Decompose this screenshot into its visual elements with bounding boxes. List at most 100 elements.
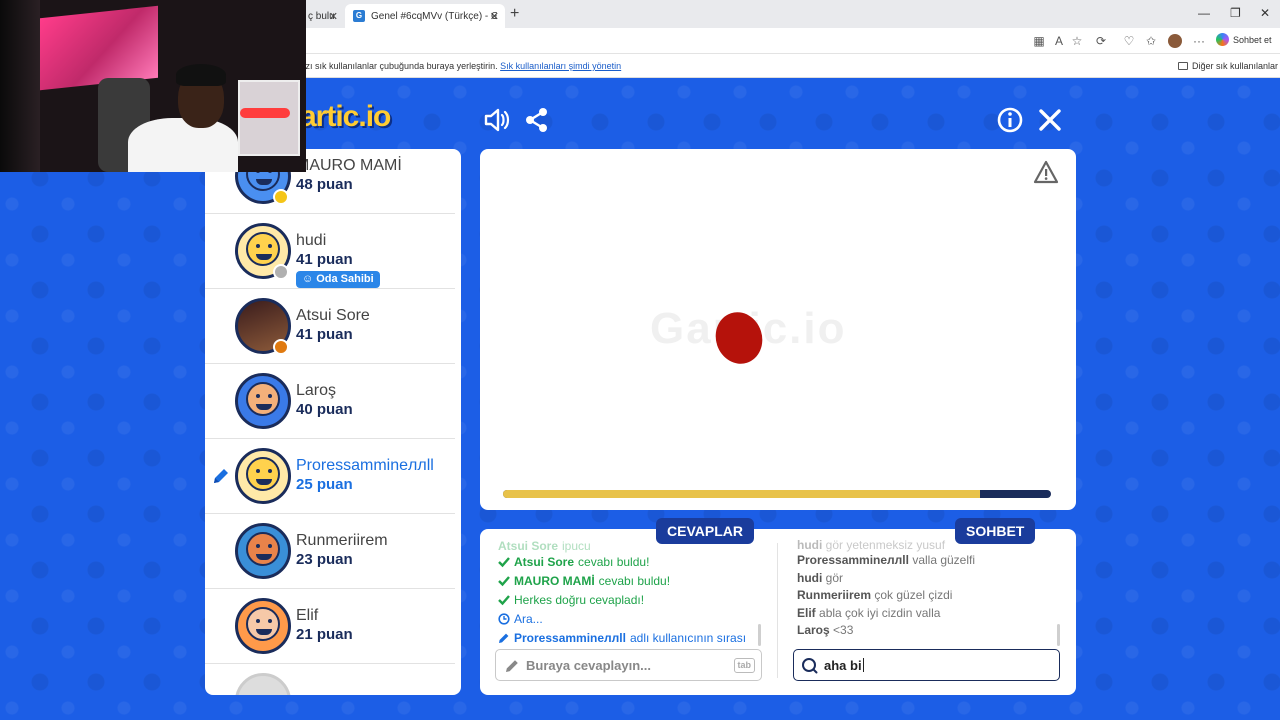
copilot-chat-button[interactable]: Sohbet et: [1216, 33, 1272, 46]
answers-log: Atsui Sore ipucu Atsui Sore cevabı buldu…: [498, 539, 760, 649]
player-score: 25 puan: [296, 476, 353, 493]
browser-essentials-icon[interactable]: ♡: [1122, 34, 1136, 48]
status-dot: [273, 339, 289, 355]
player-name: hudi: [296, 232, 327, 249]
panel-divider: [777, 543, 778, 678]
player-name: MAURO MAMİ: [296, 157, 402, 174]
minimize-button[interactable]: —: [1198, 6, 1210, 20]
browser-tab-active[interactable]: G Genel #6cqMVv (Türkçe) - Gartic.io ✕: [345, 4, 505, 28]
chat-button-label: Sohbet et: [1233, 34, 1272, 45]
player-row[interactable]: [205, 664, 455, 695]
player-row[interactable]: hudi 41 puan ☺ Oda Sahibi: [205, 214, 455, 289]
pencil-icon: [214, 469, 228, 483]
favorites-hint-text: ızı sık kullanılanlar çubuğunda buraya y…: [303, 61, 498, 71]
chat-scrollbar[interactable]: [1057, 624, 1060, 646]
copilot-icon: [1216, 33, 1229, 46]
status-dot: [273, 264, 289, 280]
answer-line: Atsui Sore cevabı buldu!: [498, 552, 760, 571]
favorite-star-icon[interactable]: ☆: [1070, 34, 1084, 48]
chat-log: hudi gör yetenmeksiz yusuf Proressammine…: [797, 539, 1059, 649]
chat-input-value: aha bi: [824, 657, 862, 673]
player-score: 48 puan: [296, 176, 353, 193]
extensions-icon[interactable]: ⟳: [1094, 34, 1108, 48]
player-name: Runmeriirem: [296, 532, 388, 549]
player-row-drawing[interactable]: Proressammineллll 25 puan: [205, 439, 455, 514]
check-icon: [498, 594, 510, 605]
avatar: [235, 448, 291, 504]
webcam-microphone: [240, 108, 290, 118]
answer-input[interactable]: Buraya cevaplayın... tab: [495, 649, 762, 681]
tab-close-icon[interactable]: ✕: [490, 10, 499, 23]
room-owner-badge: ☺ Oda Sahibi: [296, 271, 380, 288]
profile-avatar[interactable]: [1168, 34, 1182, 48]
report-warning-icon[interactable]: [1033, 160, 1059, 184]
webcam-pc-case: [238, 80, 300, 156]
answer-line: Ara...: [498, 609, 760, 628]
chat-input[interactable]: aha bi: [793, 649, 1060, 681]
other-favorites-button[interactable]: Diğer sık kullanılanlar: [1178, 61, 1278, 71]
avatar: [235, 523, 291, 579]
new-tab-button[interactable]: +: [510, 5, 519, 23]
room-owner-label: Oda Sahibi: [316, 273, 374, 285]
read-aloud-icon[interactable]: A: [1052, 34, 1066, 48]
favorites-hint: ızı sık kullanılanlar çubuğunda buraya y…: [303, 61, 621, 71]
share-icon[interactable]: [523, 106, 551, 134]
check-icon: [498, 556, 510, 567]
more-menu-icon[interactable]: ···: [1192, 34, 1206, 48]
gartic-logo: artic.io: [300, 100, 391, 133]
avatar: [235, 373, 291, 429]
answer-line: MAURO MAMİ cevabı buldu!: [498, 571, 760, 590]
player-score: 21 puan: [296, 626, 353, 643]
player-name: Proressammineллll: [296, 457, 434, 474]
answers-scrollbar[interactable]: [758, 624, 761, 646]
favorites-icon[interactable]: ✩: [1144, 34, 1158, 48]
chat-message: Laroş <33: [797, 623, 854, 637]
round-timer-fill: [503, 490, 980, 498]
clock-icon: [498, 612, 510, 625]
player-row[interactable]: Atsui Sore 41 puan: [205, 289, 455, 364]
tab-close-icon[interactable]: ✕: [329, 10, 338, 23]
player-name: Atsui Sore: [296, 307, 370, 324]
close-icon[interactable]: [1036, 106, 1064, 134]
text-caret: [862, 658, 864, 672]
tab-key-hint: tab: [733, 658, 755, 673]
round-timer-bar: [503, 490, 1051, 498]
player-score: 41 puan: [296, 251, 353, 268]
folder-icon: [1178, 62, 1188, 70]
answer-line: Herkes doğru cevapladı!: [498, 590, 760, 609]
chat-bubble-icon: [802, 658, 818, 674]
player-name: Elif: [296, 607, 319, 624]
pencil-icon: [499, 633, 509, 643]
info-icon[interactable]: [996, 106, 1024, 134]
other-favorites-label: Diğer sık kullanılanlar: [1192, 61, 1279, 71]
chat-message: Proressammineллll valla güzelfi: [797, 553, 976, 567]
gartic-favicon-icon: G: [353, 10, 365, 22]
browser-tab-inactive[interactable]: ç bulu ✕: [300, 4, 344, 28]
tab-title: Genel #6cqMVv (Türkçe) - Gartic.io: [371, 10, 497, 22]
player-row[interactable]: Runmeriirem 23 puan: [205, 514, 455, 589]
reader-view-icon[interactable]: ▦: [1032, 34, 1046, 48]
pencil-icon: [506, 660, 518, 672]
sound-icon[interactable]: [483, 106, 511, 134]
player-row[interactable]: Elif 21 puan: [205, 589, 455, 664]
answer-line: Proressammineллll adlı kullanıcının sıra…: [498, 628, 760, 647]
answer-placeholder: Buraya cevaplayın...: [526, 657, 652, 673]
player-row[interactable]: Laroş 40 puan: [205, 364, 455, 439]
check-icon: [498, 575, 510, 586]
close-window-button[interactable]: ✕: [1260, 6, 1270, 20]
answer-line: Atsui Sore ipucu: [498, 539, 591, 553]
chat-message: hudi gör: [797, 570, 844, 585]
avatar: [235, 598, 291, 654]
avatar: [235, 673, 291, 695]
answers-chat-panel: CEVAPLAR SOHBET Atsui Sore ipucu Atsui S…: [480, 518, 1076, 695]
status-dot: [273, 189, 289, 205]
chat-message: Runmeriirem çok güzel çizdi: [797, 588, 953, 602]
manage-favorites-link[interactable]: Sık kullanılanları şimdi yönetin: [500, 61, 621, 71]
player-score: 41 puan: [296, 326, 353, 343]
chat-message: Elif abla çok iyi cizdin valla: [797, 605, 941, 620]
drawing-canvas[interactable]: Gartic.io: [480, 149, 1076, 510]
chat-message: hudi gör yetenmeksiz yusuf: [797, 539, 946, 552]
game-area: artic.io MAURO MAMİ 48 puan hudi 41 puan…: [0, 78, 1280, 720]
webcam-overlay: [0, 0, 306, 172]
restore-button[interactable]: ❐: [1230, 6, 1241, 20]
